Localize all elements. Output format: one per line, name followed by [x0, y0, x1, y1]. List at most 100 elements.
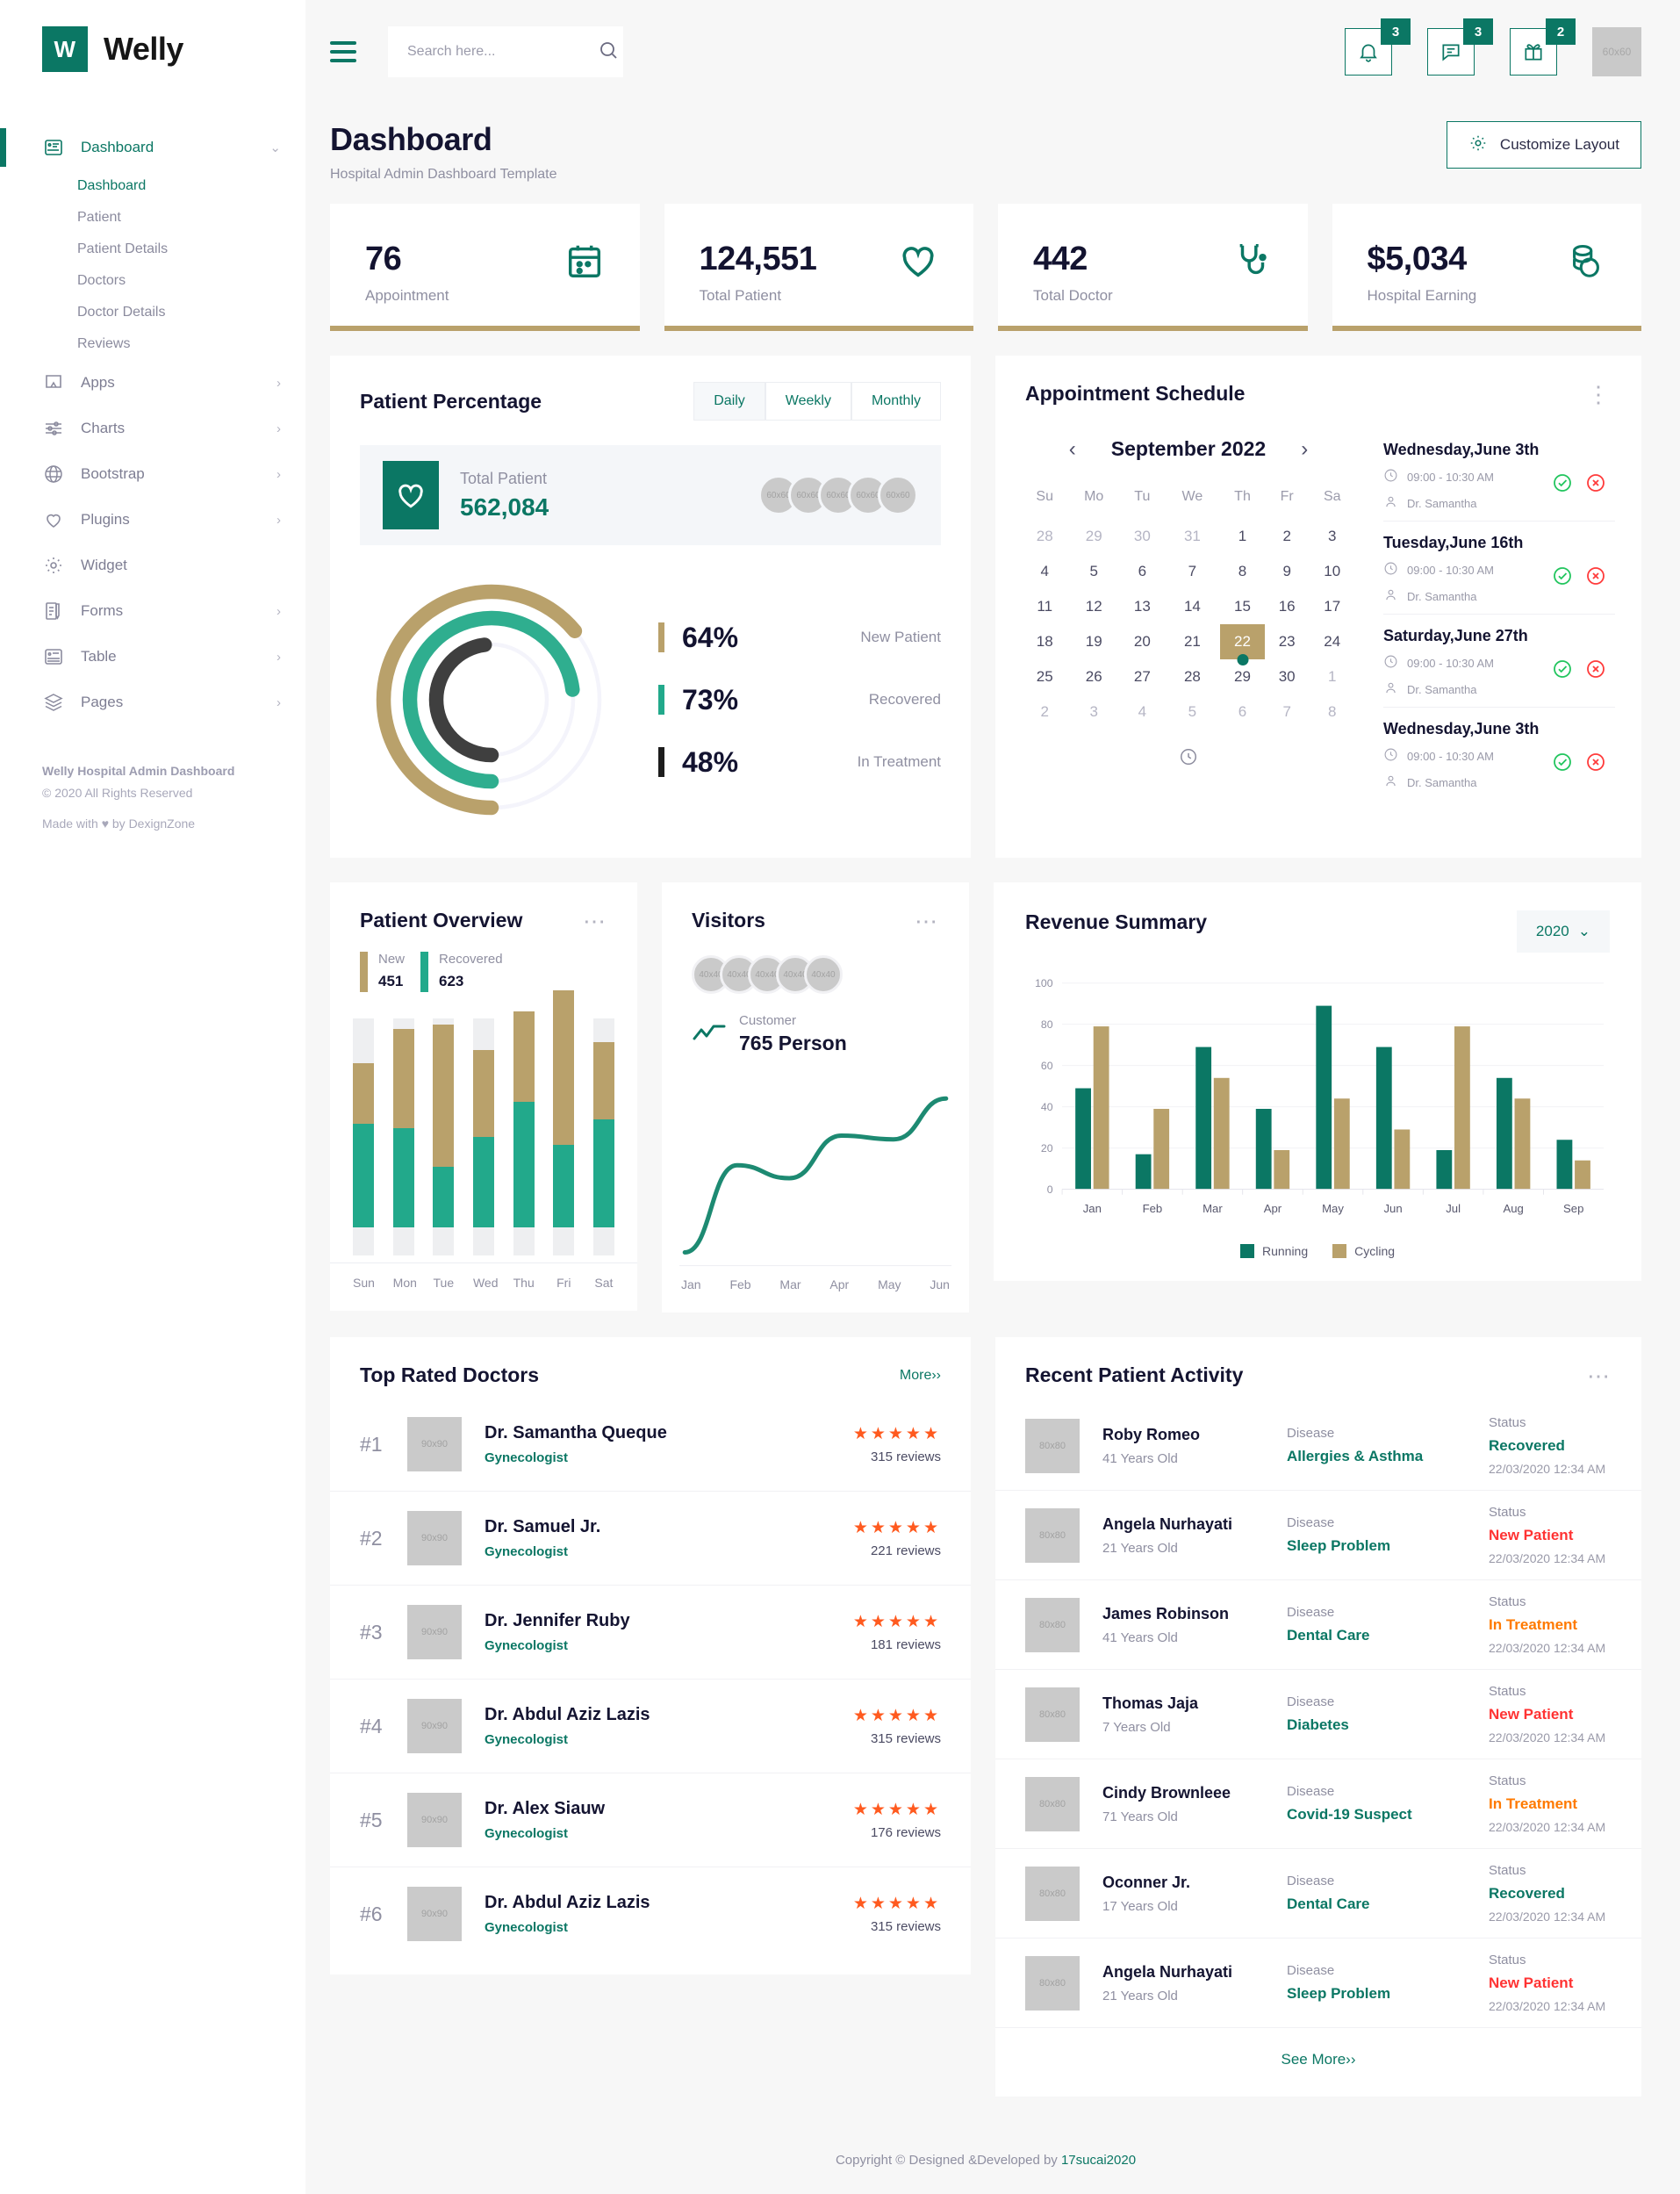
messages-button[interactable]: 3: [1427, 18, 1493, 76]
activity-row[interactable]: 80x80 James Robinson 41 Years Old Disease De…: [995, 1580, 1641, 1670]
calendar-day[interactable]: 27: [1120, 659, 1165, 694]
stat-card-hospital-earning[interactable]: $5,034 Hospital Earning: [1332, 204, 1641, 331]
calendar-day[interactable]: 20: [1120, 624, 1165, 659]
stat-card-total-patient[interactable]: 124,551 Total Patient: [664, 204, 973, 331]
calendar-day[interactable]: 21: [1165, 624, 1221, 659]
calendar-day[interactable]: 28: [1165, 659, 1221, 694]
calendar-day[interactable]: 30: [1265, 659, 1310, 694]
doctor-row[interactable]: #5 90x90 Dr. Alex Siauw Gynecologist ★★★★★ 17…: [330, 1773, 971, 1867]
calendar-day[interactable]: 19: [1067, 624, 1120, 659]
appointment-item[interactable]: Wednesday,June 3th 09:00 - 10:30 AM Dr. Sa…: [1383, 428, 1615, 522]
sidebar-item-apps[interactable]: Apps ›: [0, 360, 305, 406]
calendar-day[interactable]: 12: [1067, 589, 1120, 624]
footer-link[interactable]: 17sucai2020: [1061, 2153, 1136, 2168]
tab-weekly[interactable]: Weekly: [765, 382, 851, 421]
sidebar-item-table[interactable]: Table ›: [0, 634, 305, 680]
calendar-day-selected[interactable]: 22: [1220, 624, 1265, 659]
sidebar-item-pages[interactable]: Pages ›: [0, 680, 305, 725]
notifications-button[interactable]: 3: [1345, 18, 1411, 76]
year-select[interactable]: 2020 ⌄: [1516, 910, 1610, 953]
activity-row[interactable]: 80x80 Angela Nurhayati 21 Years Old Disease…: [995, 1491, 1641, 1580]
calendar-day[interactable]: 6: [1220, 694, 1265, 730]
calendar-day[interactable]: 7: [1265, 694, 1310, 730]
hamburger-menu-icon[interactable]: [330, 32, 369, 71]
customize-layout-button[interactable]: Customize Layout: [1446, 121, 1641, 169]
activity-row[interactable]: 80x80 Angela Nurhayati 21 Years Old Disease…: [995, 1939, 1641, 2028]
calendar-day[interactable]: 25: [1022, 659, 1067, 694]
stat-card-appointment[interactable]: 76 Appointment: [330, 204, 640, 331]
doctor-row[interactable]: #2 90x90 Dr. Samuel Jr. Gynecologist ★★★★★ 22…: [330, 1492, 971, 1586]
sidebar-item-bootstrap[interactable]: Bootstrap ›: [0, 451, 305, 497]
calendar-day[interactable]: 29: [1067, 519, 1120, 554]
activity-row[interactable]: 80x80 Thomas Jaja 7 Years Old Disease Diabet…: [995, 1670, 1641, 1759]
see-more-link[interactable]: See More››: [995, 2028, 1641, 2088]
more-link[interactable]: More››: [900, 1368, 941, 1384]
stat-card-total-doctor[interactable]: 442 Total Doctor: [998, 204, 1308, 331]
calendar-day[interactable]: 3: [1067, 694, 1120, 730]
doctor-row[interactable]: #6 90x90 Dr. Abdul Aziz Lazis Gynecologist ★…: [330, 1867, 971, 1960]
tab-monthly[interactable]: Monthly: [851, 382, 941, 421]
calendar-day[interactable]: 17: [1310, 589, 1355, 624]
more-options-icon[interactable]: ⋯: [1587, 1364, 1612, 1387]
more-options-icon[interactable]: ⋮: [1587, 383, 1612, 406]
search-icon[interactable]: [598, 40, 619, 65]
appointment-item[interactable]: Wednesday,June 3th 09:00 - 10:30 AM Dr. Sa…: [1383, 708, 1615, 800]
calendar-day[interactable]: 24: [1310, 624, 1355, 659]
more-options-icon[interactable]: ⋯: [583, 910, 607, 932]
brand[interactable]: W Welly: [0, 0, 305, 98]
search-box[interactable]: [388, 26, 623, 77]
calendar-day[interactable]: 5: [1165, 694, 1221, 730]
appointment-item[interactable]: Tuesday,June 16th 09:00 - 10:30 AM Dr. Sam…: [1383, 522, 1615, 615]
calendar-day[interactable]: 6: [1120, 554, 1165, 589]
more-options-icon[interactable]: ⋯: [915, 910, 939, 932]
calendar-day[interactable]: 16: [1265, 589, 1310, 624]
calendar-day[interactable]: 29: [1220, 659, 1265, 694]
calendar-day[interactable]: 2: [1022, 694, 1067, 730]
doctor-row[interactable]: #1 90x90 Dr. Samantha Queque Gynecologist ★★…: [330, 1398, 971, 1492]
calendar-day[interactable]: 31: [1165, 519, 1221, 554]
calendar-day[interactable]: 13: [1120, 589, 1165, 624]
reject-appointment-icon[interactable]: [1585, 658, 1606, 684]
calendar-day[interactable]: 26: [1067, 659, 1120, 694]
activity-row[interactable]: 80x80 Roby Romeo 41 Years Old Disease Allerg…: [995, 1401, 1641, 1491]
accept-appointment-icon[interactable]: [1552, 565, 1573, 591]
calendar-day[interactable]: 14: [1165, 589, 1221, 624]
calendar-prev-button[interactable]: ‹: [1069, 438, 1076, 460]
calendar-day[interactable]: 1: [1310, 659, 1355, 694]
tab-daily[interactable]: Daily: [693, 382, 765, 421]
calendar-day[interactable]: 1: [1220, 519, 1265, 554]
calendar-day[interactable]: 8: [1310, 694, 1355, 730]
calendar-day[interactable]: 30: [1120, 519, 1165, 554]
calendar-day[interactable]: 2: [1265, 519, 1310, 554]
avatar[interactable]: 60x60: [1592, 27, 1641, 76]
calendar-day[interactable]: 23: [1265, 624, 1310, 659]
doctor-row[interactable]: #4 90x90 Dr. Abdul Aziz Lazis Gynecologist ★…: [330, 1680, 971, 1773]
calendar-day[interactable]: 28: [1022, 519, 1067, 554]
accept-appointment-icon[interactable]: [1552, 658, 1573, 684]
calendar-day[interactable]: 18: [1022, 624, 1067, 659]
activity-row[interactable]: 80x80 Oconner Jr. 17 Years Old Disease Denta…: [995, 1849, 1641, 1939]
calendar-day[interactable]: 8: [1220, 554, 1265, 589]
search-input[interactable]: [407, 44, 589, 60]
sidebar-subitem-patient[interactable]: Patient: [0, 202, 305, 234]
reject-appointment-icon[interactable]: [1585, 752, 1606, 777]
sidebar-item-charts[interactable]: Charts ›: [0, 406, 305, 451]
calendar-day[interactable]: 3: [1310, 519, 1355, 554]
accept-appointment-icon[interactable]: [1552, 752, 1573, 777]
calendar-clock-icon[interactable]: [1022, 730, 1355, 785]
gifts-button[interactable]: 2: [1510, 18, 1576, 76]
accept-appointment-icon[interactable]: [1552, 472, 1573, 498]
doctor-row[interactable]: #3 90x90 Dr. Jennifer Ruby Gynecologist ★★★★…: [330, 1586, 971, 1680]
calendar-day[interactable]: 11: [1022, 589, 1067, 624]
reject-appointment-icon[interactable]: [1585, 472, 1606, 498]
sidebar-item-forms[interactable]: Forms ›: [0, 588, 305, 634]
sidebar-item-widget[interactable]: Widget: [0, 543, 305, 588]
calendar-day[interactable]: 7: [1165, 554, 1221, 589]
calendar-day[interactable]: 15: [1220, 589, 1265, 624]
appointment-item[interactable]: Saturday,June 27th 09:00 - 10:30 AM Dr. Sa…: [1383, 615, 1615, 708]
calendar-day[interactable]: 10: [1310, 554, 1355, 589]
calendar-day[interactable]: 9: [1265, 554, 1310, 589]
sidebar-subitem-dashboard[interactable]: Dashboard: [0, 170, 305, 202]
sidebar-subitem-doctor-details[interactable]: Doctor Details: [0, 297, 305, 328]
calendar-next-button[interactable]: ›: [1301, 438, 1308, 460]
